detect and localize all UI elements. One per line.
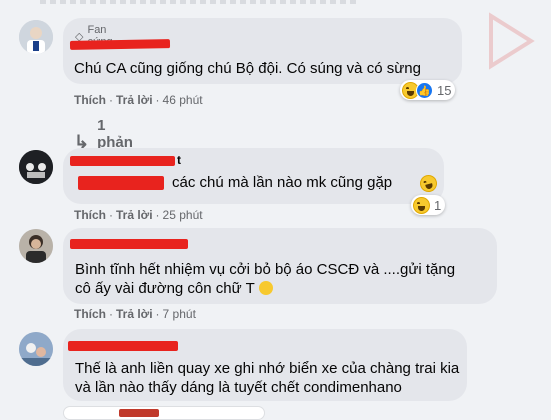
clipped-text-above <box>40 0 360 4</box>
top-strip <box>0 0 551 8</box>
haha-icon <box>413 196 430 214</box>
avatar[interactable] <box>19 20 53 54</box>
comment-actions: Thích · Trả lời · 7 phút <box>74 307 196 321</box>
reaction-summary[interactable]: 1 <box>411 195 446 215</box>
comment-actions: Thích · Trả lời · 46 phút <box>74 93 203 107</box>
redacted-mention <box>78 176 164 190</box>
like-icon: 👍 <box>416 81 433 99</box>
avatar[interactable] <box>19 150 53 184</box>
reaction-count: 1 <box>434 197 442 213</box>
comment-text-line-2: cô ấy vài đường côn chữ T <box>75 278 273 299</box>
timestamp[interactable]: 7 phút <box>163 307 196 321</box>
like-link[interactable]: Thích <box>74 93 106 107</box>
next-comment-preview <box>63 406 265 420</box>
comment-text-line-1: Thế là anh liền quay xe ghi nhớ biển xe … <box>75 360 460 377</box>
reaction-count: 15 <box>437 82 452 98</box>
avatar[interactable] <box>19 229 53 263</box>
timestamp[interactable]: 25 phút <box>163 208 203 222</box>
comment-actions: Thích · Trả lời · 25 phút <box>74 208 203 222</box>
winking-emoji-icon <box>258 281 273 295</box>
timestamp[interactable]: 46 phút <box>163 93 203 107</box>
comment-text: các chú mà lần nào mk cũng gặp <box>172 174 393 191</box>
redacted-author-name <box>70 239 188 249</box>
reply-link[interactable]: Trả lời <box>116 307 153 321</box>
redacted-author-name <box>69 39 171 50</box>
reaction-summary[interactable]: 👍 15 <box>400 80 456 100</box>
like-link[interactable]: Thích <box>74 208 106 222</box>
redacted-author-name <box>68 341 178 351</box>
like-link[interactable]: Thích <box>74 307 106 321</box>
redacted-author-name <box>70 156 175 166</box>
avatar[interactable] <box>19 332 53 366</box>
comment-text-line-2: và lần nào thấy dáng là tuyết chết condi… <box>75 379 402 396</box>
author-name-tail: t <box>177 153 181 167</box>
comment-text-line-1: Bình tĩnh hết nhiệm vụ cởi bỏ bộ áo CSCĐ… <box>75 261 456 278</box>
reply-link[interactable]: Trả lời <box>116 93 153 107</box>
faded-share-icon <box>489 12 535 70</box>
redacted-preview <box>119 409 159 417</box>
comment-text: Chú CA cũng giống chú Bộ đội. Có súng và… <box>74 60 421 77</box>
reply-link[interactable]: Trả lời <box>116 208 153 222</box>
